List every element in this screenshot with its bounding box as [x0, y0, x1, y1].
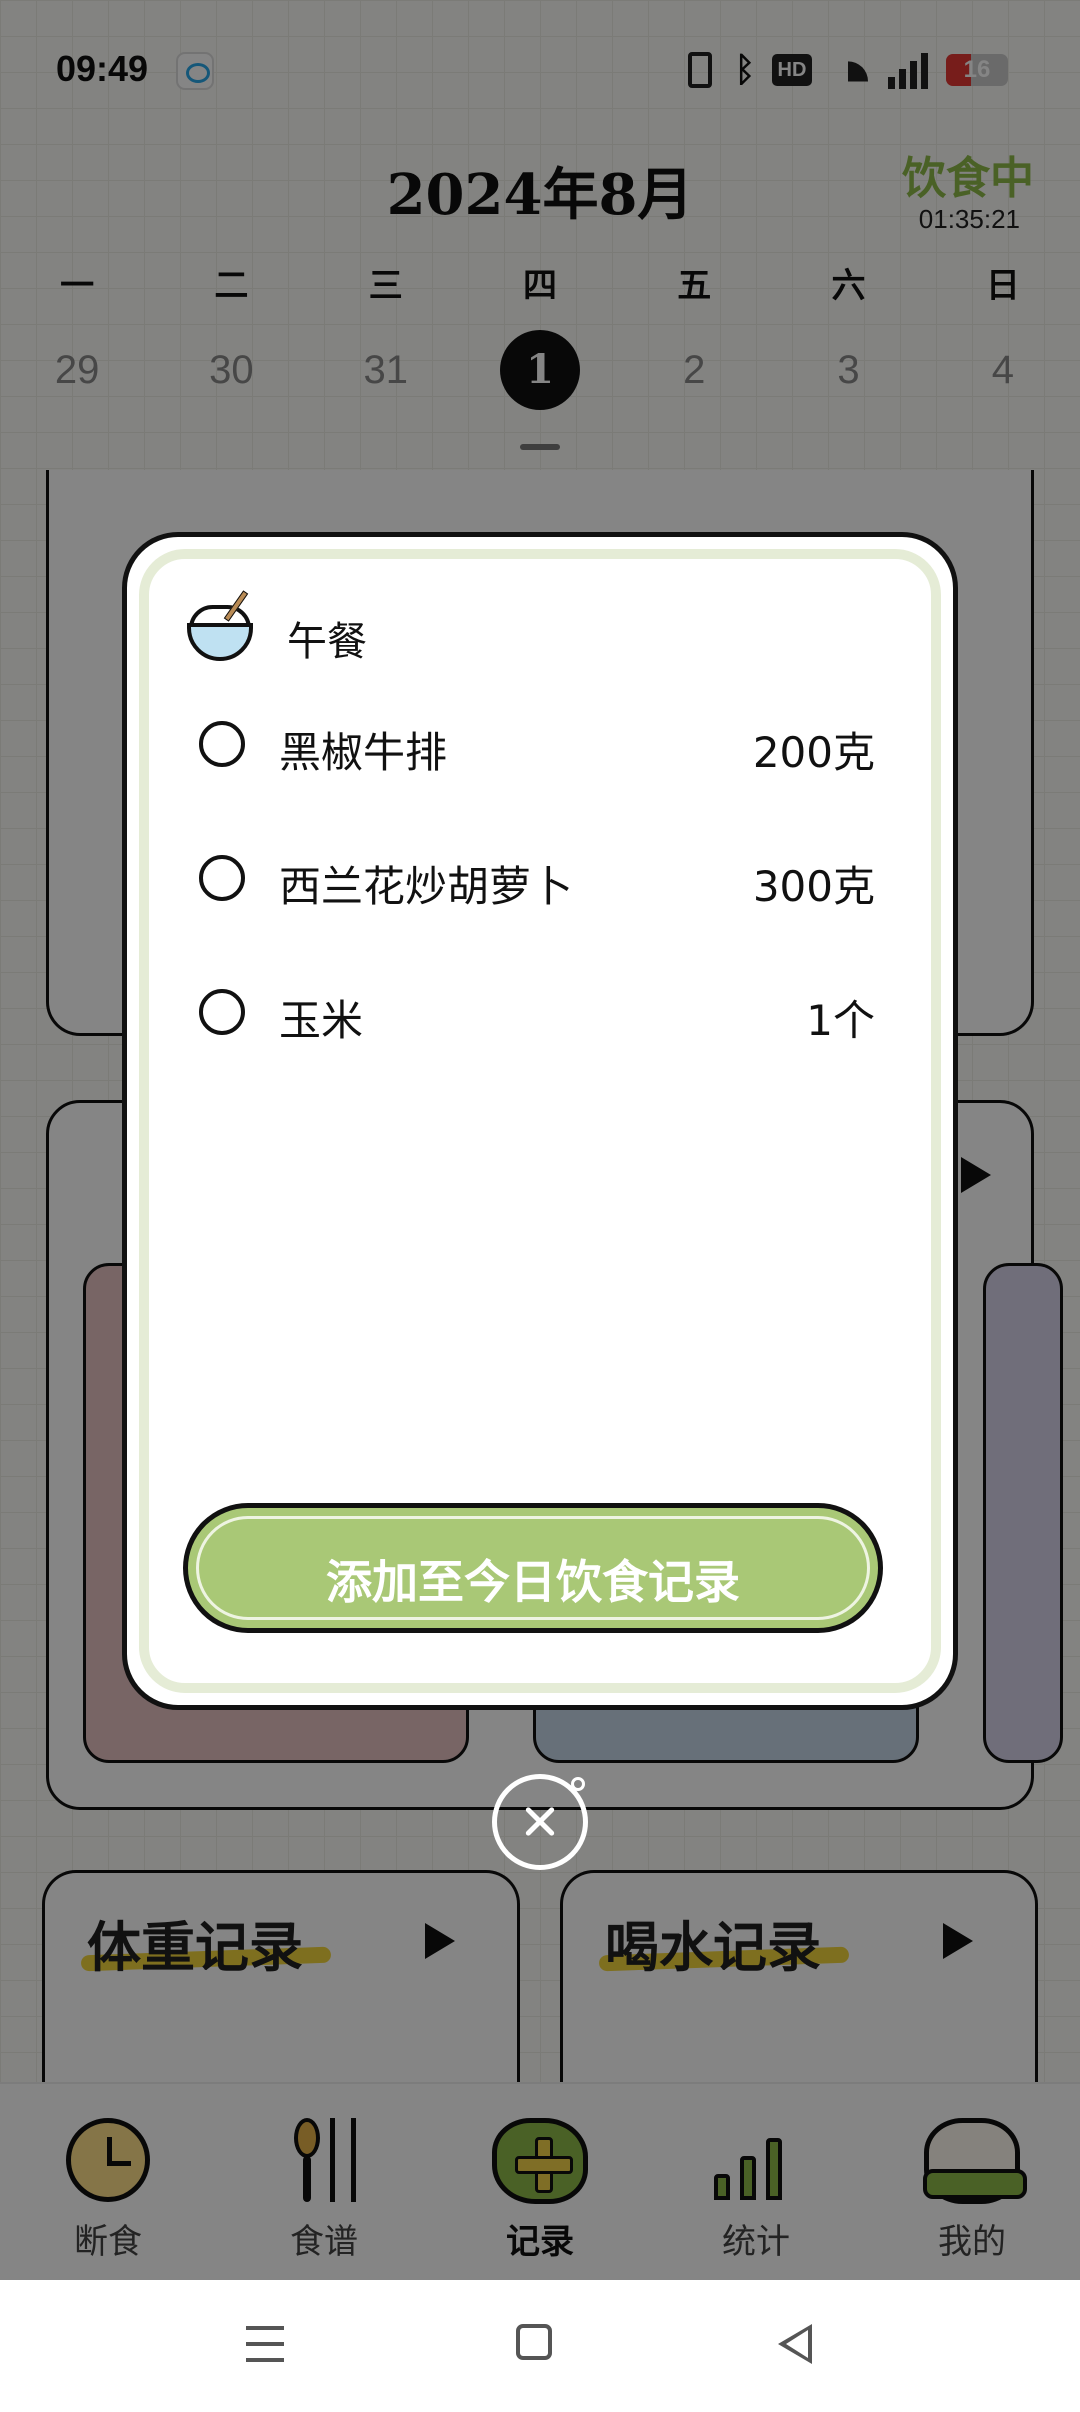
food-item[interactable]: 玉米 1个 [175, 983, 875, 1045]
close-icon[interactable] [492, 1774, 588, 1870]
weight-record-title: 体重记录 [87, 1915, 303, 1979]
food-select-radio[interactable] [199, 721, 245, 767]
food-item[interactable]: 黑椒牛排 200克 [175, 715, 875, 777]
home-icon[interactable] [516, 2324, 552, 2360]
menu-icon[interactable] [246, 2326, 284, 2362]
meal-title: 午餐 [287, 619, 367, 665]
food-name: 西兰花炒胡萝卜 [279, 862, 574, 911]
back-icon[interactable] [778, 2324, 812, 2364]
food-amount: 200克 [752, 728, 875, 777]
food-amount: 300克 [752, 862, 875, 911]
add-to-today-button[interactable]: 添加至今日饮食记录 [183, 1503, 883, 1633]
food-item[interactable]: 西兰花炒胡萝卜 300克 [175, 849, 875, 911]
food-name: 黑椒牛排 [279, 728, 448, 777]
food-select-radio[interactable] [199, 855, 245, 901]
app-screen: 09:49 ᛒ HD 16 2024年8月 饮食中 01:35:21 一 二 三… [0, 0, 1080, 2280]
food-select-radio[interactable] [199, 989, 245, 1035]
food-amount: 1个 [806, 996, 875, 1045]
food-name: 玉米 [279, 996, 364, 1045]
system-navigation-bar [0, 2280, 1080, 2412]
water-record-title: 喝水记录 [605, 1915, 821, 1979]
rice-bowl-icon [187, 590, 261, 661]
add-button-label: 添加至今日饮食记录 [326, 1555, 740, 1609]
meal-dialog: 午餐 黑椒牛排 200克 西兰花炒胡萝卜 300克 玉米 1个 添加至今日饮食记… [122, 532, 958, 1710]
